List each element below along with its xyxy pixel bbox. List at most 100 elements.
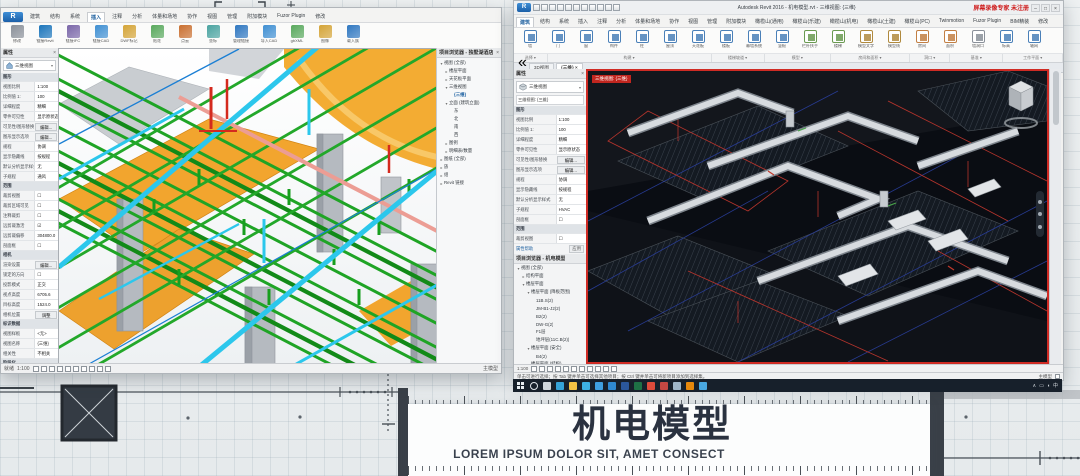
ribbon-tool-柱[interactable]: 柱 bbox=[629, 30, 655, 53]
right-tab-17[interactable]: Fuzor Plugin bbox=[970, 17, 1004, 27]
taskbar-word-icon[interactable] bbox=[621, 382, 629, 390]
tag-icon[interactable] bbox=[589, 4, 596, 11]
right-tab-12[interactable]: 橄榄山(乐建) bbox=[790, 17, 824, 27]
chevron-up-icon[interactable]: ∧ bbox=[1033, 383, 1037, 389]
ribbon-tool-天花板[interactable]: 天花板 bbox=[685, 30, 711, 53]
minimize-button[interactable]: – bbox=[1031, 4, 1040, 12]
property-value[interactable]: 精细 bbox=[556, 135, 586, 144]
property-value[interactable]: ☐ bbox=[556, 215, 586, 224]
property-value[interactable]: 调整 bbox=[35, 311, 57, 319]
ribbon-tool-面积[interactable]: 面积 bbox=[937, 30, 963, 53]
left-tab-7[interactable]: 协作 bbox=[184, 12, 200, 22]
right-tab-13[interactable]: 橄榄山(机电) bbox=[827, 17, 861, 27]
property-value[interactable]: 6705.6 bbox=[34, 290, 58, 299]
property-section-相机[interactable]: 相机 bbox=[1, 251, 58, 260]
left-properties-close-icon[interactable]: × bbox=[53, 50, 56, 56]
volume-icon[interactable]: ◖ bbox=[1047, 383, 1050, 389]
tree-item[interactable]: DW-G(2) bbox=[514, 320, 586, 328]
property-value[interactable]: 编辑... bbox=[35, 261, 57, 269]
property-value[interactable]: 无 bbox=[34, 162, 58, 171]
property-value[interactable]: 通风 bbox=[34, 172, 58, 181]
left-view-scale[interactable]: 1:100 bbox=[17, 366, 30, 372]
ribbon-tool-贴花[interactable]: 贴花 bbox=[144, 25, 170, 48]
ribbon-tool-幕墙系统[interactable]: 幕墙系统 bbox=[741, 30, 767, 53]
left-status-right[interactable]: 主模型 bbox=[483, 365, 498, 372]
tree-item[interactable]: ▾楼层平面 (安全) bbox=[514, 344, 586, 352]
taskbar-excel-icon[interactable] bbox=[634, 382, 642, 390]
visual-style-icon[interactable] bbox=[49, 366, 55, 372]
left-tab-5[interactable]: 分析 bbox=[129, 12, 145, 22]
left-browser-close-icon[interactable]: × bbox=[496, 50, 499, 56]
lock-3d-icon[interactable] bbox=[595, 366, 601, 372]
navigation-bar[interactable] bbox=[1036, 191, 1044, 237]
scrollbar-thumb[interactable] bbox=[1053, 71, 1059, 125]
tree-item[interactable]: ▾三维视图 bbox=[437, 83, 501, 91]
right-tab-2[interactable]: 系统 bbox=[556, 17, 572, 27]
ribbon-tool-链接IFC[interactable]: 链接IFC bbox=[60, 25, 86, 48]
taskbar-photos-icon[interactable] bbox=[608, 382, 616, 390]
right-3d-viewport[interactable]: 三维视图: {三维} bbox=[586, 69, 1049, 364]
render-icon[interactable] bbox=[571, 366, 577, 372]
left-3d-viewport[interactable] bbox=[58, 48, 438, 365]
scale-icon[interactable] bbox=[531, 366, 537, 372]
tree-item[interactable]: ▸族 bbox=[437, 163, 501, 171]
lock-3d-icon[interactable] bbox=[89, 366, 95, 372]
tree-item[interactable]: B4(2) bbox=[514, 352, 586, 360]
ribbon-tool-模型线[interactable]: 模型线 bbox=[881, 30, 907, 53]
property-value[interactable]: 编辑... bbox=[557, 166, 585, 174]
ribbon-tool-点云[interactable]: 点云 bbox=[172, 25, 198, 48]
right-tab-5[interactable]: 分析 bbox=[613, 17, 629, 27]
right-app-button[interactable]: R bbox=[517, 3, 531, 12]
tree-item[interactable]: ▾视图 (全部) bbox=[514, 264, 586, 272]
property-value[interactable]: ☐ bbox=[34, 191, 58, 200]
ribbon-tool-门[interactable]: 门 bbox=[545, 30, 571, 53]
tree-item[interactable]: ▸图纸 (全部) bbox=[437, 155, 501, 163]
temp-hide-icon[interactable] bbox=[603, 366, 609, 372]
property-value[interactable]: {三维} bbox=[34, 339, 58, 348]
restore-button[interactable]: □ bbox=[1041, 4, 1050, 12]
sun-path-icon[interactable] bbox=[57, 366, 63, 372]
scale-icon[interactable] bbox=[33, 366, 39, 372]
tree-item[interactable]: ▸明细表/数量 bbox=[437, 147, 501, 155]
visual-style-icon[interactable] bbox=[547, 366, 553, 372]
tree-item[interactable]: 11B.S(2) bbox=[514, 296, 586, 304]
sync-icon[interactable] bbox=[549, 4, 556, 11]
property-value[interactable]: 无 bbox=[556, 195, 586, 204]
show-crop-icon[interactable] bbox=[81, 366, 87, 372]
tree-item[interactable]: ▸天花板平面 bbox=[437, 75, 501, 83]
tree-item[interactable]: 地坪层(11C.B(2)) bbox=[514, 336, 586, 344]
property-value[interactable]: 正交 bbox=[34, 280, 58, 289]
property-value[interactable]: 显示原状态 bbox=[34, 112, 58, 121]
right-tab-1[interactable]: 结构 bbox=[537, 17, 553, 27]
property-value[interactable]: 按规程 bbox=[556, 185, 586, 194]
ribbon-tool-图像[interactable]: 图像 bbox=[312, 25, 338, 48]
right-tab-7[interactable]: 协作 bbox=[666, 17, 682, 27]
taskbar-qq-icon[interactable] bbox=[699, 382, 707, 390]
properties-help-link[interactable]: 属性帮助 bbox=[516, 246, 533, 252]
ribbon-tool-屋顶[interactable]: 屋顶 bbox=[657, 30, 683, 53]
tree-item[interactable]: ▾楼层平面 (降板范围) bbox=[514, 288, 586, 296]
property-value[interactable]: 编辑... bbox=[557, 156, 585, 164]
right-tab-10[interactable]: 附加模块 bbox=[723, 17, 749, 27]
left-tab-10[interactable]: 附加模块 bbox=[244, 12, 270, 22]
tree-item[interactable]: ▸楼层平面 bbox=[437, 67, 501, 75]
tree-item[interactable]: 北 bbox=[437, 115, 501, 123]
left-tab-8[interactable]: 视图 bbox=[204, 12, 220, 22]
undo-icon[interactable] bbox=[557, 4, 564, 11]
tree-item[interactable]: ▸图例 bbox=[437, 139, 501, 147]
right-properties-close-icon[interactable]: × bbox=[581, 71, 584, 77]
right-tab-16[interactable]: Twinmotion bbox=[936, 17, 967, 27]
ribbon-tool-坐标[interactable]: 坐标 bbox=[200, 25, 226, 48]
taskbar-explorer-icon[interactable] bbox=[569, 382, 577, 390]
tree-item[interactable]: F1层 bbox=[514, 328, 586, 336]
left-tab-9[interactable]: 管理 bbox=[224, 12, 240, 22]
ribbon-tool-DWF标记[interactable]: DWF标记 bbox=[116, 25, 142, 48]
left-tab-4[interactable]: 注释 bbox=[109, 12, 125, 22]
tree-item[interactable]: JM-B1-J2(2) bbox=[514, 304, 586, 312]
save-icon[interactable] bbox=[541, 4, 548, 11]
property-value[interactable]: 编辑... bbox=[35, 133, 57, 141]
property-value[interactable]: 1:100 bbox=[34, 82, 58, 91]
reveal-hidden-icon[interactable] bbox=[611, 366, 617, 372]
right-type-selector[interactable]: 三维视图 ▾ bbox=[516, 81, 584, 93]
viewport-scrollbar[interactable] bbox=[1049, 69, 1061, 364]
